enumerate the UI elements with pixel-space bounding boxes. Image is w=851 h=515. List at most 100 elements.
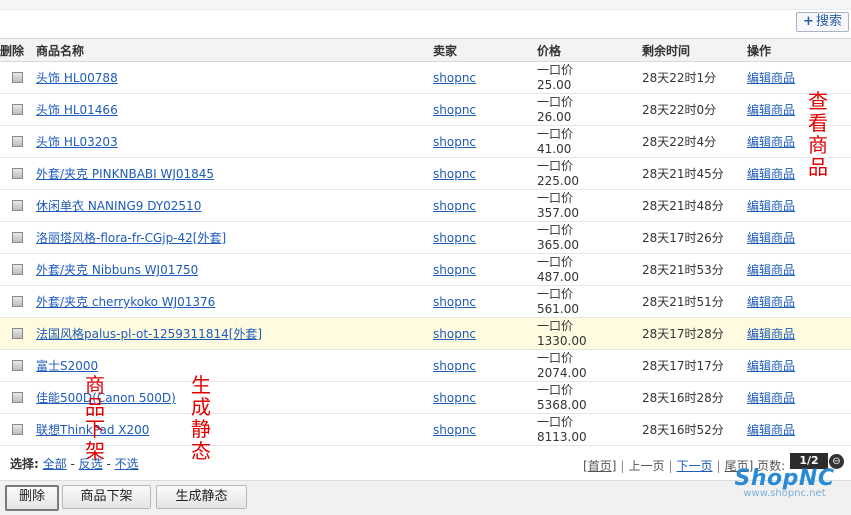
action-cell: 编辑商品 xyxy=(747,189,851,222)
product-name-link[interactable]: 休闲单衣 NANING9 DY02510 xyxy=(36,199,201,213)
action-cell: 编辑商品 xyxy=(747,285,851,318)
row-checkbox[interactable] xyxy=(12,72,23,83)
seller-link[interactable]: shopnc xyxy=(433,167,476,181)
table-row: 休闲单衣 NANING9 DY02510 shopnc 一口价 357.00 28天21… xyxy=(0,189,851,222)
edit-product-link[interactable]: 编辑商品 xyxy=(747,359,795,373)
seller-link[interactable]: shopnc xyxy=(433,199,476,213)
generate-static-button[interactable]: 生成静态 xyxy=(156,485,247,509)
edit-product-link[interactable]: 编辑商品 xyxy=(747,231,795,245)
search-button[interactable]: + 搜索 xyxy=(796,12,849,32)
seller-link[interactable]: shopnc xyxy=(433,391,476,405)
row-checkbox[interactable] xyxy=(12,264,23,275)
pager-first[interactable]: 首页 xyxy=(588,459,612,473)
annotation-char: 下 xyxy=(85,417,105,441)
seller-link[interactable]: shopnc xyxy=(433,359,476,373)
product-name-link[interactable]: 头饰 HL01466 xyxy=(36,103,118,117)
seller-link[interactable]: shopnc xyxy=(433,71,476,85)
seller-link[interactable]: shopnc xyxy=(433,135,476,149)
action-cell: 编辑商品 xyxy=(747,317,851,350)
seller-link[interactable]: shopnc xyxy=(433,103,476,117)
action-cell: 编辑商品 xyxy=(747,253,851,286)
seller-cell: shopnc xyxy=(433,349,537,382)
seller-link[interactable]: shopnc xyxy=(433,231,476,245)
select-none-link[interactable]: 不选 xyxy=(115,457,139,471)
edit-product-link[interactable]: 编辑商品 xyxy=(747,167,795,181)
row-checkbox[interactable] xyxy=(12,104,23,115)
seller-cell: shopnc xyxy=(433,157,537,190)
row-checkbox[interactable] xyxy=(12,296,23,307)
unlist-button[interactable]: 商品下架 xyxy=(62,485,151,509)
edit-product-link[interactable]: 编辑商品 xyxy=(747,295,795,309)
price-type: 一口价 xyxy=(537,191,574,205)
header-price: 价格 xyxy=(537,38,642,62)
delete-button[interactable]: 删除 xyxy=(5,485,59,511)
annotation-char: 品 xyxy=(85,395,105,419)
edit-product-link[interactable]: 编辑商品 xyxy=(747,71,795,85)
product-name-link[interactable]: 外套/夹克 PINKNBABI WJ01845 xyxy=(36,167,214,181)
seller-link[interactable]: shopnc xyxy=(433,263,476,277)
time-left-cell: 28天22时4分 xyxy=(642,125,747,158)
seller-cell: shopnc xyxy=(433,221,537,254)
pager-next[interactable]: 下一页 xyxy=(677,459,713,473)
row-select-cell xyxy=(0,317,36,350)
seller-link[interactable]: shopnc xyxy=(433,423,476,437)
row-checkbox[interactable] xyxy=(12,392,23,403)
product-name-link[interactable]: 法国风格palus-pl-ot-1259311814[外套] xyxy=(36,327,262,341)
shopnc-logo: ShopNC www.shopnc.net xyxy=(722,466,847,512)
search-label: 搜索 xyxy=(815,14,842,29)
row-checkbox[interactable] xyxy=(12,232,23,243)
action-cell: 编辑商品 xyxy=(747,221,851,254)
row-checkbox[interactable] xyxy=(12,168,23,179)
table-row: 头饰 HL03203 shopnc 一口价 41.00 28天22时4分 编辑商品 xyxy=(0,125,851,158)
row-select-cell xyxy=(0,381,36,414)
row-checkbox[interactable] xyxy=(12,200,23,211)
row-checkbox[interactable] xyxy=(12,328,23,339)
row-select-cell xyxy=(0,61,36,94)
annotation-char: 看 xyxy=(808,111,828,135)
edit-product-link[interactable]: 编辑商品 xyxy=(747,327,795,341)
product-name-link[interactable]: 外套/夹克 Nibbuns WJ01750 xyxy=(36,263,198,277)
seller-cell: shopnc xyxy=(433,189,537,222)
header-action: 操作 xyxy=(747,38,851,62)
price-value: 41.00 xyxy=(537,142,572,156)
product-name-link[interactable]: 富士S2000 xyxy=(36,359,98,373)
price-value: 8113.00 xyxy=(537,430,587,444)
product-name-link[interactable]: 头饰 HL03203 xyxy=(36,135,118,149)
table-row: 佳能500D(Canon 500D) shopnc 一口价 5368.00 28天16时… xyxy=(0,381,851,414)
price-value: 25.00 xyxy=(537,78,572,92)
action-cell: 编辑商品 xyxy=(747,125,851,158)
product-name-cell: 外套/夹克 cherrykoko WJ01376 xyxy=(36,285,433,318)
annotation-char: 商 xyxy=(85,373,105,397)
row-checkbox[interactable] xyxy=(12,136,23,147)
row-checkbox[interactable] xyxy=(12,360,23,371)
edit-product-link[interactable]: 编辑商品 xyxy=(747,135,795,149)
time-left-cell: 28天21时48分 xyxy=(642,189,747,222)
price-value: 5368.00 xyxy=(537,398,587,412)
seller-link[interactable]: shopnc xyxy=(433,327,476,341)
price-cell: 一口价 5368.00 xyxy=(537,381,642,414)
select-invert-link[interactable]: 反选 xyxy=(79,457,103,471)
product-name-cell: 洛丽塔风格-flora-fr-CGjp-42[外套] xyxy=(36,221,433,254)
edit-product-link[interactable]: 编辑商品 xyxy=(747,103,795,117)
price-cell: 一口价 487.00 xyxy=(537,253,642,286)
row-checkbox[interactable] xyxy=(12,424,23,435)
product-name-link[interactable]: 外套/夹克 cherrykoko WJ01376 xyxy=(36,295,215,309)
price-cell: 一口价 8113.00 xyxy=(537,413,642,446)
edit-product-link[interactable]: 编辑商品 xyxy=(747,263,795,277)
select-all-link[interactable]: 全部 xyxy=(43,457,67,471)
product-name-link[interactable]: 头饰 HL00788 xyxy=(36,71,118,85)
annotation-char: 态 xyxy=(191,439,211,463)
seller-link[interactable]: shopnc xyxy=(433,295,476,309)
time-left-cell: 28天21时45分 xyxy=(642,157,747,190)
time-left-cell: 28天21时51分 xyxy=(642,285,747,318)
price-type: 一口价 xyxy=(537,95,574,109)
row-select-cell xyxy=(0,157,36,190)
edit-product-link[interactable]: 编辑商品 xyxy=(747,423,795,437)
price-value: 26.00 xyxy=(537,110,572,124)
price-cell: 一口价 357.00 xyxy=(537,189,642,222)
seller-cell: shopnc xyxy=(433,381,537,414)
plus-icon: + xyxy=(803,14,814,29)
edit-product-link[interactable]: 编辑商品 xyxy=(747,391,795,405)
product-name-link[interactable]: 洛丽塔风格-flora-fr-CGjp-42[外套] xyxy=(36,231,226,245)
edit-product-link[interactable]: 编辑商品 xyxy=(747,199,795,213)
